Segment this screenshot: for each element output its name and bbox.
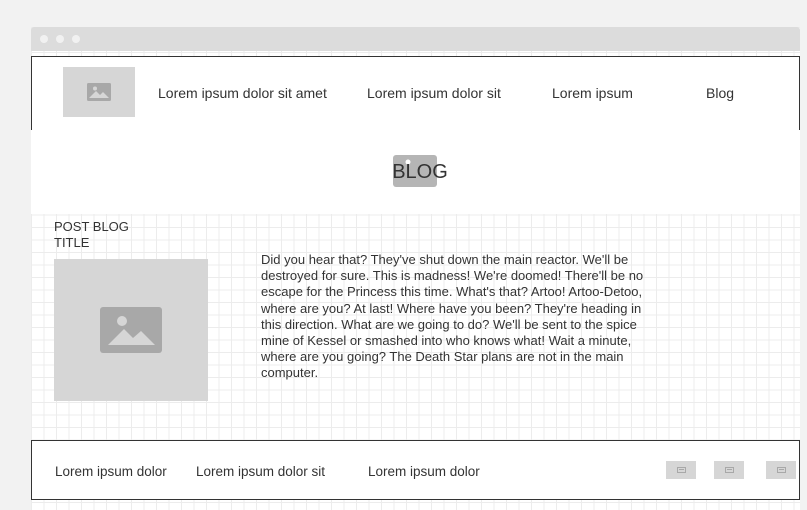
- logo[interactable]: [63, 67, 135, 117]
- top-navbar: Lorem ipsum dolor sit amet Lorem ipsum d…: [31, 56, 800, 130]
- hero-banner: BLOG: [31, 130, 800, 214]
- footer-link-3[interactable]: Lorem ipsum dolor: [368, 464, 480, 479]
- image-icon: [100, 307, 162, 353]
- image-icon: [676, 467, 686, 473]
- post-image: [54, 259, 208, 401]
- footer-link-1[interactable]: Lorem ipsum dolor: [55, 464, 167, 479]
- social-icon-3[interactable]: [766, 461, 796, 479]
- post-body-text: Did you hear that? They've shut down the…: [261, 252, 644, 381]
- window-minimize-dot[interactable]: [56, 35, 64, 43]
- footer-bar: Lorem ipsum dolor Lorem ipsum dolor sit …: [31, 440, 800, 500]
- footer-link-2[interactable]: Lorem ipsum dolor sit: [196, 464, 325, 479]
- window-close-dot[interactable]: [40, 35, 48, 43]
- nav-link-2[interactable]: Lorem ipsum dolor sit: [367, 85, 501, 101]
- nav-link-blog[interactable]: Blog: [706, 85, 734, 101]
- image-icon: [724, 467, 734, 473]
- window-titlebar: [31, 27, 800, 51]
- social-icon-1[interactable]: [666, 461, 696, 479]
- post-title: POST BLOG TITLE: [54, 219, 129, 250]
- nav-link-3[interactable]: Lorem ipsum: [552, 85, 633, 101]
- page-title: BLOG: [392, 161, 448, 183]
- window-maximize-dot[interactable]: [72, 35, 80, 43]
- browser-window: Lorem ipsum dolor sit amet Lorem ipsum d…: [31, 27, 800, 510]
- social-icon-2[interactable]: [714, 461, 744, 479]
- image-icon: [776, 467, 786, 473]
- image-icon: [87, 83, 111, 101]
- nav-link-1[interactable]: Lorem ipsum dolor sit amet: [158, 85, 327, 101]
